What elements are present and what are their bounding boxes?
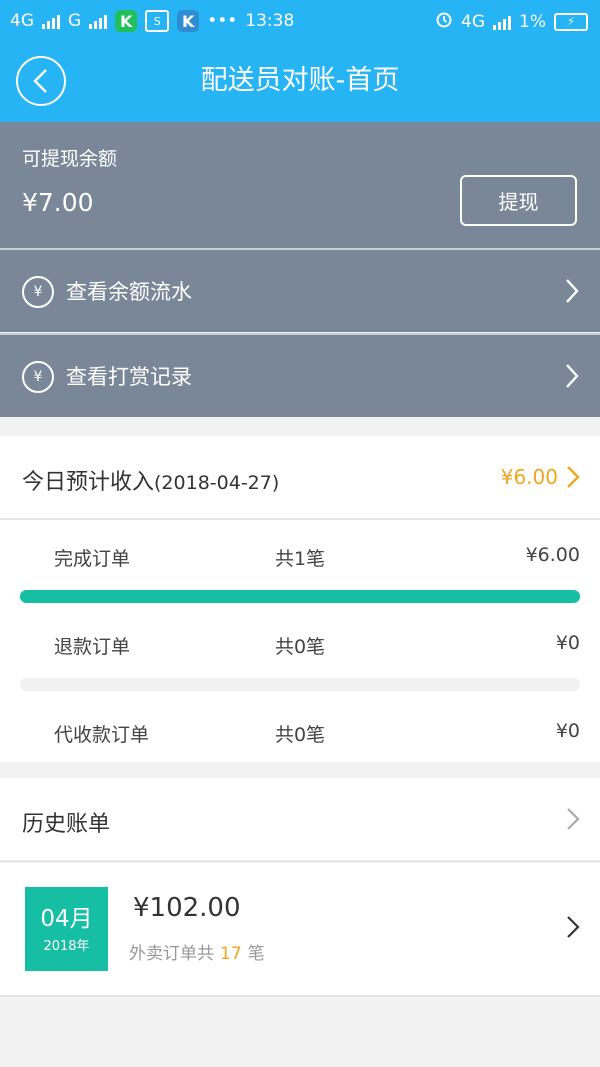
order-count: 共0笔 xyxy=(274,636,326,658)
signal-icon-2 xyxy=(89,13,108,29)
completed-progress-bar xyxy=(20,590,580,603)
status-left: 4G G K S K ••• 13:38 xyxy=(10,10,294,32)
yen-circle-icon: ¥ xyxy=(22,276,54,308)
status-right: 4G 1% ⚡ xyxy=(435,10,588,33)
chevron-right-icon xyxy=(567,466,580,488)
chevron-right-icon xyxy=(567,916,580,938)
page-title: 配送员对账-首页 xyxy=(200,65,400,96)
bill-amount: ¥102.00 xyxy=(133,893,241,923)
order-amount: ¥6.00 xyxy=(525,544,580,566)
refund-progress-bar xyxy=(20,678,580,691)
app-k2-icon: K xyxy=(177,10,200,32)
signal-icon-right xyxy=(493,14,512,30)
header: 配送员对账-首页 xyxy=(0,40,600,122)
today-income-label: 今日预计收入 xyxy=(22,470,155,495)
order-amount: ¥0 xyxy=(555,632,580,654)
today-income-amount: ¥6.00 xyxy=(500,465,558,489)
battery-percent: 1% xyxy=(519,11,546,32)
alarm-icon xyxy=(435,10,453,33)
yen-circle-icon: ¥ xyxy=(22,361,54,393)
bill-order-count: 17 xyxy=(220,944,242,964)
balance-flow-label: 查看余额流水 xyxy=(66,280,192,304)
history-title: 历史账单 xyxy=(22,812,111,837)
chevron-right-icon xyxy=(566,279,579,303)
network-label-right: 4G xyxy=(461,11,486,32)
chevron-right-icon xyxy=(566,364,579,388)
status-bar: 4G G K S K ••• 13:38 4G 1% ⚡ xyxy=(0,0,600,40)
history-bills-header[interactable]: 历史账单 xyxy=(0,778,600,862)
tip-records-row[interactable]: ¥ 查看打赏记录 xyxy=(0,333,600,417)
badge-year: 2018年 xyxy=(43,939,90,954)
back-button[interactable] xyxy=(16,56,66,106)
battery-icon: ⚡ xyxy=(554,12,588,31)
order-amount: ¥0 xyxy=(555,720,580,742)
today-income-header[interactable]: 今日预计收入(2018-04-27) ¥6.00 xyxy=(0,436,600,520)
balance-label: 可提现余额 xyxy=(22,148,118,170)
today-income-title: 今日预计收入(2018-04-27) xyxy=(22,464,279,496)
chevron-right-icon xyxy=(567,808,580,830)
balance-card: 可提现余额 ¥7.00 提现 xyxy=(0,122,600,248)
tip-records-label: 查看打赏记录 xyxy=(66,365,192,389)
today-income-section: 今日预计收入(2018-04-27) ¥6.00 完成订单 共1笔 ¥6.00 … xyxy=(0,436,600,762)
collection-orders-row: 代收款订单 共0笔 ¥0 xyxy=(0,712,600,752)
completed-progress-fill xyxy=(20,590,580,603)
order-count: 共0笔 xyxy=(274,724,326,746)
order-count: 共1笔 xyxy=(274,548,326,570)
app-k-icon: K xyxy=(115,10,138,32)
bill-desc-prefix: 外卖订单共 xyxy=(129,944,214,964)
clock: 13:38 xyxy=(245,11,295,31)
network-label-2: G xyxy=(68,11,82,31)
today-income-date: (2018-04-27) xyxy=(154,472,280,494)
bill-description: 外卖订单共 17 笔 xyxy=(129,939,265,964)
badge-month: 04月 xyxy=(40,906,93,932)
chevron-left-icon xyxy=(33,69,47,93)
history-bill-item[interactable]: 04月 2018年 ¥102.00 外卖订单共 17 笔 xyxy=(0,863,600,997)
withdraw-button[interactable]: 提现 xyxy=(460,175,577,226)
refund-orders-row: 退款订单 共0笔 ¥0 xyxy=(0,624,600,664)
page: 4G G K S K ••• 13:38 4G 1% ⚡ 配送员对账-首页 可提… xyxy=(0,0,600,1067)
network-label-1: 4G xyxy=(10,11,34,31)
signal-icon xyxy=(42,13,60,29)
month-badge: 04月 2018年 xyxy=(25,887,108,971)
balance-value: ¥7.00 xyxy=(22,188,94,217)
app-s-icon: S xyxy=(145,10,170,32)
more-notifications: ••• xyxy=(207,11,238,31)
completed-orders-row: 完成订单 共1笔 ¥6.00 xyxy=(0,536,600,576)
bill-desc-suffix: 笔 xyxy=(247,944,265,964)
balance-flow-row[interactable]: ¥ 查看余额流水 xyxy=(0,248,600,332)
